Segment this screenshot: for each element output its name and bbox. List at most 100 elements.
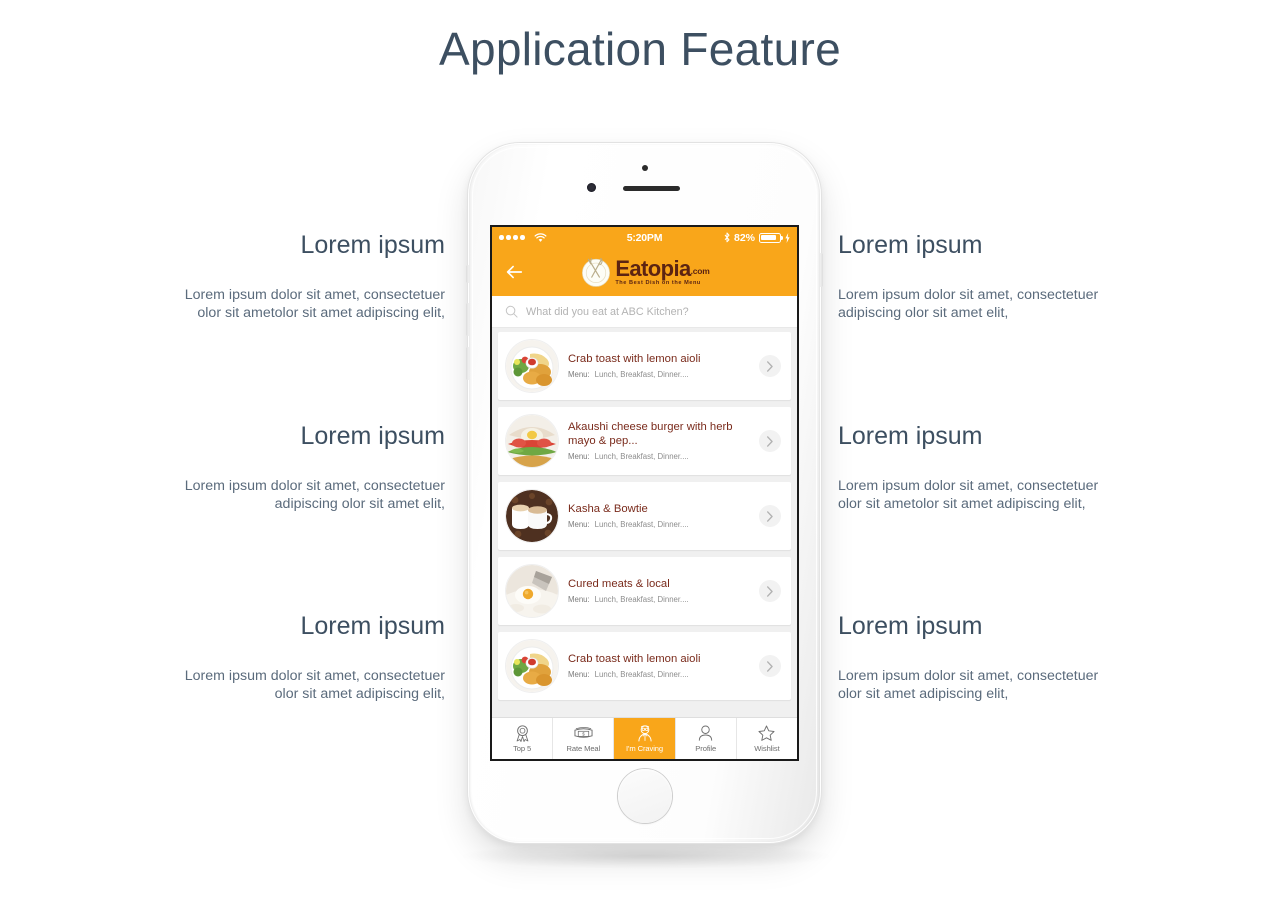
- feature-title: Lorem ipsum: [838, 231, 983, 259]
- search-input[interactable]: What did you eat at ABC Kitchen?: [526, 306, 689, 318]
- logo-dotcom: .com: [690, 265, 710, 276]
- tab-im-craving[interactable]: I'm Craving: [614, 718, 676, 759]
- tab-label: Profile: [695, 743, 717, 753]
- chevron-right-icon[interactable]: [759, 580, 781, 602]
- feature-block-left-1: Lorem ipsum Lorem ipsum dolor sit amet, …: [165, 231, 446, 323]
- list-item-menu-value: Lunch, Breakfast, Dinner....: [594, 520, 689, 530]
- list-item-title: Akaushi cheese burger with herb mayo & p…: [568, 420, 733, 447]
- feature-block-right-3: Lorem ipsum Lorem ipsum dolor sit amet, …: [838, 612, 1118, 704]
- feature-body: Lorem ipsum dolor sit amet, consectetuer…: [184, 286, 445, 322]
- list-item-menu-label: Menu:: [568, 670, 590, 680]
- bottom-tab-bar: Top 5 $ Rate Meal I'm Craving Profile Wi…: [492, 717, 797, 759]
- list-item-menu-label: Menu:: [568, 370, 590, 380]
- feature-title: Lorem ipsum: [300, 231, 446, 259]
- status-bar: 5:20PM 82%: [492, 227, 797, 248]
- tab-label: Wishlist: [754, 743, 780, 753]
- coffee-cups-image: [506, 490, 558, 542]
- chevron-right-icon[interactable]: [759, 655, 781, 677]
- feature-block-left-2: Lorem ipsum Lorem ipsum dolor sit amet, …: [165, 422, 446, 514]
- feature-block-right-1: Lorem ipsum Lorem ipsum dolor sit amet, …: [838, 231, 1118, 323]
- list-item-title: Crab toast with lemon aioli: [568, 352, 701, 365]
- award-ribbon-icon: [515, 724, 530, 742]
- list-item-title: Kasha & Bowtie: [568, 502, 648, 515]
- list-item[interactable]: Akaushi cheese burger with herb mayo & p…: [498, 407, 791, 475]
- list-item-title: Cured meats & local: [568, 577, 670, 590]
- search-bar[interactable]: What did you eat at ABC Kitchen?: [492, 296, 797, 328]
- list-item[interactable]: Crab toast with lemon aioli Menu: Lunch, …: [498, 632, 791, 700]
- list-item-info: Crab toast with lemon aioli Menu: Lunch, …: [568, 353, 749, 380]
- user-icon: [698, 725, 713, 742]
- tab-profile[interactable]: Profile: [676, 718, 737, 759]
- chevron-right-icon[interactable]: [759, 355, 781, 377]
- feature-title: Lorem ipsum: [838, 612, 983, 640]
- tab-top-5[interactable]: Top 5: [492, 718, 554, 759]
- battery-icon: [759, 232, 784, 243]
- volume-down-button[interactable]: [466, 347, 469, 380]
- list-item-menu: Menu: Lunch, Breakfast, Dinner....: [568, 670, 749, 679]
- home-button[interactable]: [617, 769, 672, 823]
- feature-body: Lorem ipsum dolor sit amet, consectetuer…: [184, 477, 445, 513]
- tab-rate-meal[interactable]: $ Rate Meal: [553, 718, 615, 759]
- fried-chicken-plate-image: [506, 340, 558, 392]
- list-item[interactable]: Crab toast with lemon aioli Menu: Lunch, …: [498, 332, 791, 400]
- list-item-menu: Menu: Lunch, Breakfast, Dinner....: [568, 452, 749, 461]
- bluetooth-icon: [724, 232, 730, 243]
- back-arrow-icon[interactable]: [504, 262, 524, 282]
- feature-body: Lorem ipsum dolor sit amet, consectetuer…: [838, 667, 1099, 703]
- tab-label: Rate Meal: [566, 743, 601, 753]
- feature-body: Lorem ipsum dolor sit amet, consectetuer…: [838, 477, 1099, 513]
- app-header: Eatopia.com The Best Dish on the Menu: [492, 248, 797, 296]
- list-item-menu: Menu: Lunch, Breakfast, Dinner....: [568, 370, 749, 379]
- feature-block-right-2: Lorem ipsum Lorem ipsum dolor sit amet, …: [838, 422, 1118, 514]
- battery-percent-label: 82%: [733, 231, 755, 244]
- cheese-burger-image: [506, 415, 558, 467]
- logo-tagline: The Best Dish on the Menu: [615, 279, 701, 286]
- phone-mockup: 5:20PM 82% Eatopia.com The Best Dish on …: [466, 143, 823, 843]
- logo-name: Eatopia: [615, 255, 691, 281]
- feature-block-left-3: Lorem ipsum Lorem ipsum dolor sit amet, …: [165, 612, 446, 704]
- list-item-menu-value: Lunch, Breakfast, Dinner....: [594, 452, 689, 462]
- proximity-sensor-icon: [641, 165, 648, 171]
- list-item-info: Kasha & Bowtie Menu: Lunch, Breakfast, Di…: [568, 503, 749, 530]
- list-item-menu: Menu: Lunch, Breakfast, Dinner....: [568, 595, 749, 604]
- hungry-person-icon: [637, 724, 653, 742]
- egg-on-rice-image: [506, 565, 558, 617]
- fried-chicken-plate-image: [506, 640, 558, 692]
- list-item-menu: Menu: Lunch, Breakfast, Dinner....: [568, 520, 749, 529]
- volume-up-button[interactable]: [466, 303, 469, 336]
- list-item-info: Crab toast with lemon aioli Menu: Lunch, …: [568, 653, 749, 680]
- feature-title: Lorem ipsum: [300, 422, 446, 450]
- feature-title: Lorem ipsum: [300, 612, 446, 640]
- tab-label: Top 5: [513, 743, 532, 753]
- list-item-info: Akaushi cheese burger with herb mayo & p…: [568, 421, 749, 462]
- chevron-right-icon[interactable]: [759, 430, 781, 452]
- list-item[interactable]: Cured meats & local Menu: Lunch, Breakfas…: [498, 557, 791, 625]
- lightning-bolt-icon: [785, 232, 790, 243]
- tab-wishlist[interactable]: Wishlist: [737, 718, 797, 759]
- list-item-menu-label: Menu:: [568, 520, 590, 530]
- power-button[interactable]: [820, 253, 823, 287]
- page-title: Application Feature: [438, 23, 842, 75]
- phone-screen: 5:20PM 82% Eatopia.com The Best Dish on …: [492, 227, 797, 759]
- svg-text:$: $: [582, 731, 585, 737]
- list-item-menu-label: Menu:: [568, 595, 590, 605]
- list-item[interactable]: Kasha & Bowtie Menu: Lunch, Breakfast, Di…: [498, 482, 791, 550]
- list-item-info: Cured meats & local Menu: Lunch, Breakfas…: [568, 578, 749, 605]
- list-item-menu-label: Menu:: [568, 452, 590, 462]
- list-item-menu-value: Lunch, Breakfast, Dinner....: [594, 370, 689, 380]
- status-bar-right-group: 82%: [724, 232, 790, 244]
- logo-wordmark: Eatopia.com The Best Dish on the Menu: [615, 255, 710, 287]
- phone-drop-shadow: [462, 843, 830, 869]
- feature-title: Lorem ipsum: [838, 422, 983, 450]
- food-list[interactable]: Crab toast with lemon aioli Menu: Lunch, …: [492, 328, 797, 717]
- list-item-title: Crab toast with lemon aioli: [568, 652, 701, 665]
- silent-switch[interactable]: [466, 265, 469, 283]
- star-icon: [758, 725, 775, 742]
- list-item-menu-value: Lunch, Breakfast, Dinner....: [594, 670, 689, 680]
- feature-body: Lorem ipsum dolor sit amet, consectetuer…: [838, 286, 1099, 322]
- money-bill-icon: $: [574, 725, 593, 742]
- chevron-right-icon[interactable]: [759, 505, 781, 527]
- plate-with-cutlery-icon: [582, 257, 611, 287]
- earpiece-speaker: [623, 186, 680, 191]
- tab-label: I'm Craving: [625, 743, 664, 753]
